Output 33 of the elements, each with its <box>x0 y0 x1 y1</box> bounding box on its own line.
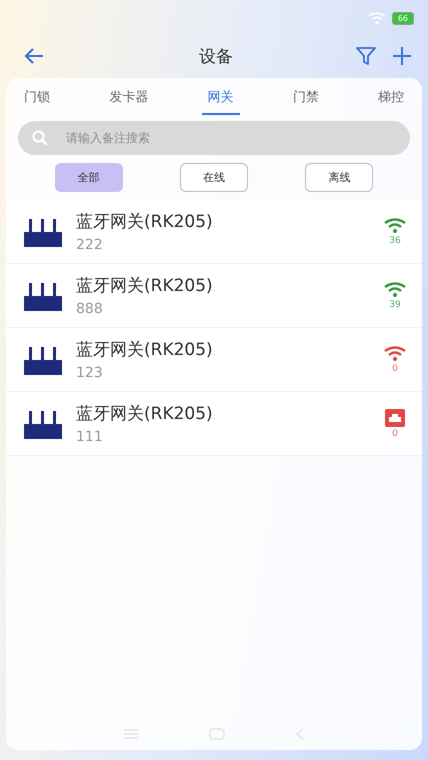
search-icon <box>32 130 48 146</box>
wifi-status-icon <box>368 12 386 24</box>
page-title: 设备 <box>198 46 234 68</box>
category-tab[interactable]: 发卡器 <box>103 86 154 115</box>
signal-value: 0 <box>392 428 398 438</box>
category-tab[interactable]: 梯控 <box>372 86 410 115</box>
filter-icon <box>355 46 377 66</box>
filter-chip[interactable]: 在线 <box>180 163 248 192</box>
device-note: 222 <box>76 237 104 253</box>
category-tab[interactable]: 门禁 <box>286 86 325 115</box>
filter-chip[interactable]: 离线 <box>305 163 374 192</box>
arrow-left-icon <box>23 47 45 65</box>
device-row[interactable]: 蓝牙网关(RK205) 111 0 <box>6 392 422 456</box>
device-row[interactable]: 蓝牙网关(RK205) 888 39 <box>6 264 422 328</box>
device-name: 蓝牙网关(RK205) <box>76 339 214 361</box>
device-note: 123 <box>76 365 104 381</box>
signal-value: 39 <box>389 300 401 310</box>
signal-value: 0 <box>392 364 398 374</box>
search-input[interactable]: 请输入备注搜索 <box>64 130 396 146</box>
device-name: 蓝牙网关(RK205) <box>76 275 214 297</box>
plus-icon <box>392 46 412 66</box>
search-field[interactable]: 请输入备注搜索 <box>18 121 410 155</box>
device-name: 蓝牙网关(RK205) <box>76 211 214 233</box>
device-note: 111 <box>76 429 104 445</box>
device-row[interactable]: 蓝牙网关(RK205) 123 0 <box>6 328 422 392</box>
device-note: 888 <box>76 301 104 317</box>
category-tab[interactable]: 门锁 <box>18 86 56 115</box>
device-name: 蓝牙网关(RK205) <box>76 403 214 425</box>
device-row[interactable]: 蓝牙网关(RK205) 222 36 <box>6 200 422 264</box>
battery-indicator: 66 <box>392 12 414 24</box>
filter-chip[interactable]: 全部 <box>54 163 123 192</box>
category-tab[interactable]: 网关 <box>202 86 240 115</box>
signal-value: 36 <box>389 236 401 246</box>
